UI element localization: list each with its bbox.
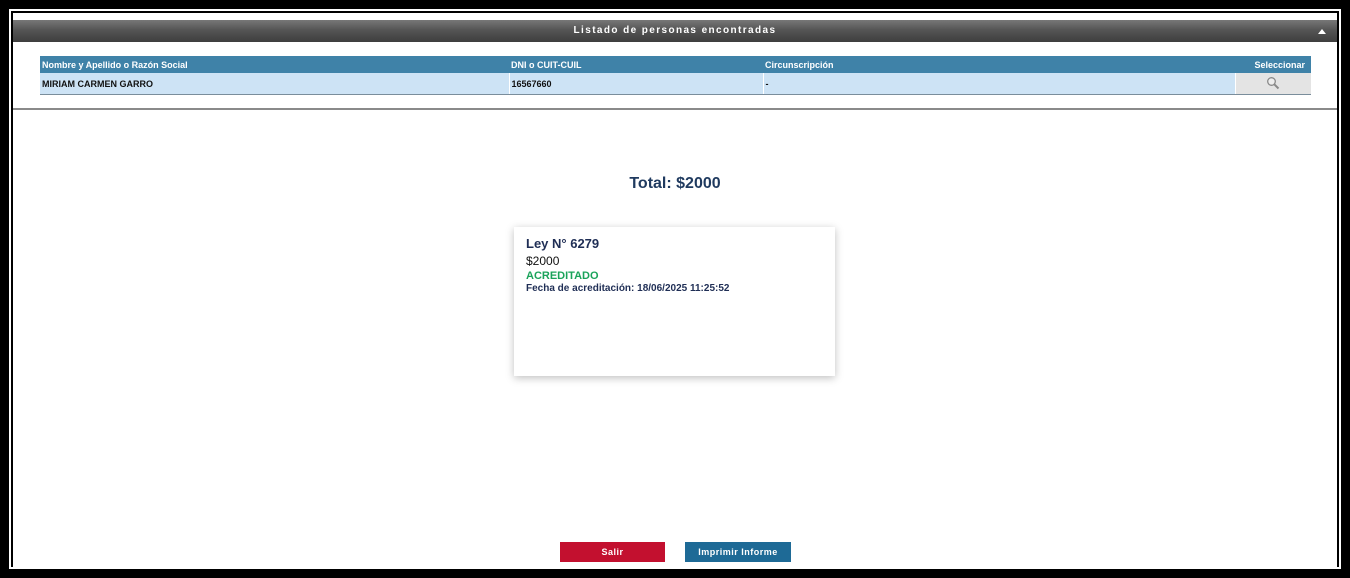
cell-dni: 16567660: [509, 73, 764, 95]
triangle-up-icon[interactable]: [1318, 29, 1326, 34]
main-panel: Listado de personas encontradas Nombre y…: [13, 13, 1337, 567]
card-amount: $2000: [526, 254, 560, 268]
panel-title: Listado de personas encontradas: [573, 25, 777, 36]
exit-button[interactable]: Salir: [560, 542, 665, 562]
card-status: ACREDITADO: [526, 270, 599, 282]
print-report-button[interactable]: Imprimir Informe: [685, 542, 791, 562]
table-row[interactable]: MIRIAM CARMEN GARRO 16567660 -: [40, 73, 1311, 95]
column-header-circunscripcion: Circunscripción: [763, 56, 1235, 73]
cell-name: MIRIAM CARMEN GARRO: [40, 73, 510, 95]
table-header-row: Nombre y Apellido o Razón Social DNI o C…: [40, 56, 1311, 73]
cell-circunscripcion: -: [763, 73, 1236, 95]
card-law-number: Ley N° 6279: [526, 236, 600, 251]
panel-title-bar[interactable]: Listado de personas encontradas: [13, 20, 1337, 42]
column-header-dni: DNI o CUIT-CUIL: [509, 56, 763, 73]
column-header-name: Nombre y Apellido o Razón Social: [40, 56, 509, 73]
column-header-select: Seleccionar: [1235, 56, 1311, 73]
section-divider: [13, 108, 1337, 110]
total-amount: Total: $2000: [629, 175, 721, 192]
card-accreditation-date: Fecha de acreditación: 18/06/2025 11:25:…: [526, 283, 730, 294]
cell-select[interactable]: [1235, 73, 1311, 95]
payment-card: Ley N° 6279 $2000 ACREDITADO Fecha de ac…: [514, 227, 835, 376]
persons-table: Nombre y Apellido o Razón Social DNI o C…: [40, 56, 1311, 95]
magnifier-icon[interactable]: [1266, 76, 1280, 92]
